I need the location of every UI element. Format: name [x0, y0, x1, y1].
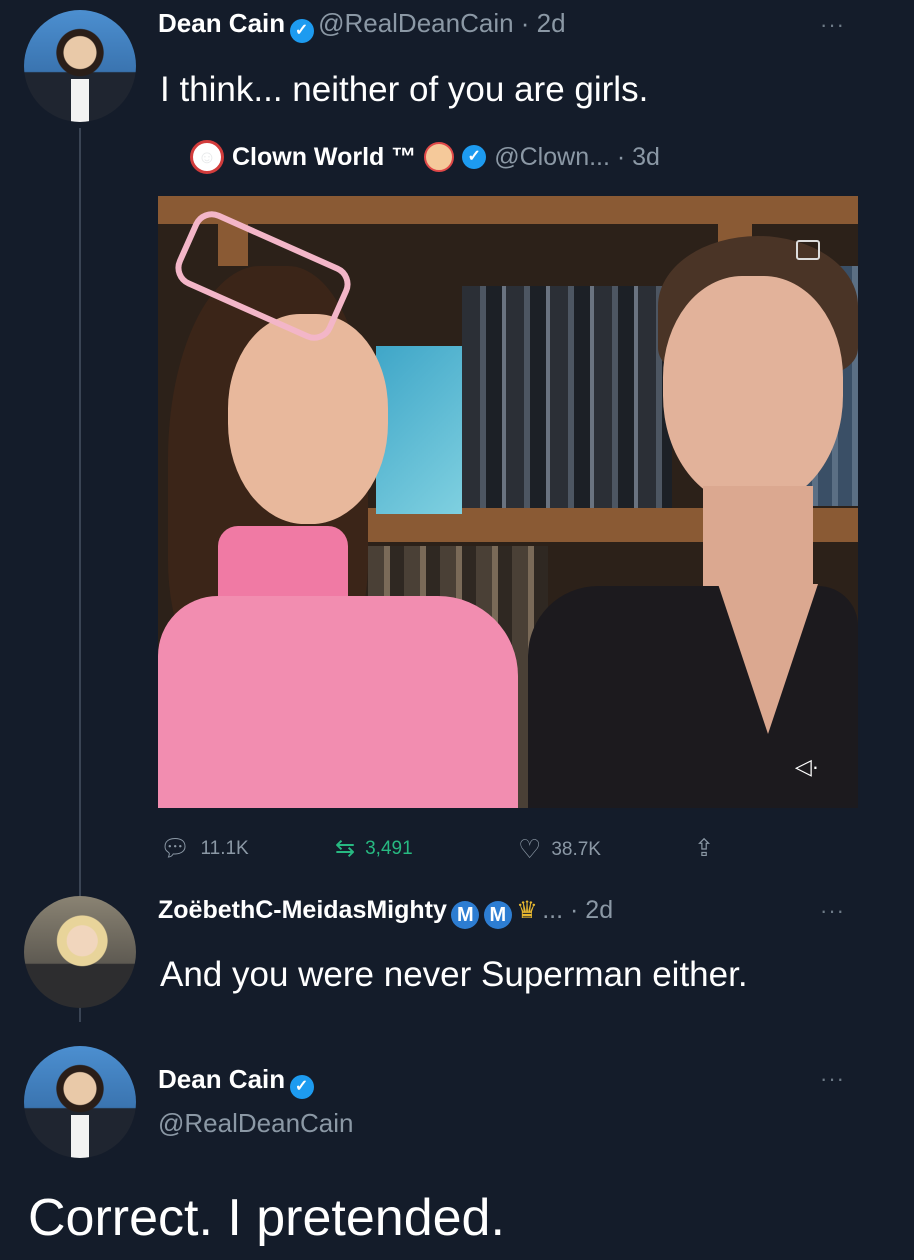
tweet1-header: Dean Cain ✓ @RealDeanCain · 2d [158, 8, 566, 43]
quoted-video[interactable]: ◁· [158, 196, 858, 808]
shelf-top [158, 196, 858, 224]
books-row [462, 286, 672, 508]
quote-header[interactable]: ☺ Clown World ™ ✓ @Clown... · 3d [190, 140, 660, 174]
mute-icon[interactable]: ◁· [792, 754, 822, 780]
author-handle-time[interactable]: @RealDeanCain · 2d [318, 8, 566, 38]
reply-header: ZoëbethC-MeidasMighty M M ♛ ... · 2d [158, 896, 613, 929]
reply-handle-time[interactable]: ... · 2d [542, 896, 613, 924]
main-tweet-name-row: Dean Cain ✓ [158, 1064, 314, 1099]
tweet-text: I think... neither of you are girls. [160, 70, 649, 109]
clown-world-avatar-icon: ☺ [190, 140, 224, 174]
author-name[interactable]: Dean Cain [158, 8, 285, 38]
m-badge-icon: M [451, 901, 480, 929]
like-count: 38.7K [551, 838, 601, 860]
dean-cain-avatar[interactable] [24, 10, 136, 122]
quote-verified-badge-icon: ✓ [462, 145, 487, 169]
person-left-face [228, 314, 388, 524]
share-icon: ⇪ [694, 835, 715, 862]
clown-emoji-icon [424, 142, 455, 172]
thread-line [79, 128, 81, 1022]
zoebeth-avatar[interactable] [24, 896, 136, 1008]
reply-text: And you were never Superman either. [160, 955, 748, 994]
retweet-icon: ⇆ [335, 835, 356, 862]
m-badge-icon-2: M [483, 901, 512, 929]
dean-cain-avatar-2[interactable] [24, 1046, 136, 1158]
verified-badge-icon: ✓ [289, 19, 314, 43]
retweet-count: 3,491 [365, 837, 413, 859]
crown-icon: ♛ [516, 897, 538, 924]
like-action[interactable]: ♡ 38.7K [518, 834, 601, 865]
main-verified-badge-icon: ✓ [289, 1075, 314, 1099]
quote-author-name: Clown World ™ [232, 142, 417, 171]
person-right-face [663, 276, 843, 506]
retweet-action[interactable]: ⇆ 3,491 [335, 834, 413, 863]
more-options-icon[interactable]: ··· [820, 12, 845, 38]
reply-icon: 💬︎ [160, 835, 191, 862]
captions-icon[interactable] [796, 240, 820, 260]
person-left-jacket [158, 596, 518, 808]
main-author-name[interactable]: Dean Cain [158, 1064, 285, 1094]
main-more-options-icon[interactable]: ··· [820, 1066, 845, 1092]
main-author-handle[interactable]: @RealDeanCain [158, 1108, 354, 1139]
reply-author-name[interactable]: ZoëbethC-MeidasMighty [158, 896, 447, 924]
heart-icon: ♡ [518, 834, 542, 864]
main-tweet-text: Correct. I pretended. [28, 1189, 505, 1247]
reply-count: 11.1K [200, 837, 249, 859]
reply-more-options-icon[interactable]: ··· [820, 898, 845, 924]
book-cover [376, 346, 462, 514]
share-action[interactable]: ⇪ [694, 834, 714, 863]
person-right-neckline [718, 584, 818, 734]
quote-handle-time: @Clown... · 3d [494, 142, 660, 171]
reply-action[interactable]: 💬︎ 11.1K [160, 834, 249, 863]
